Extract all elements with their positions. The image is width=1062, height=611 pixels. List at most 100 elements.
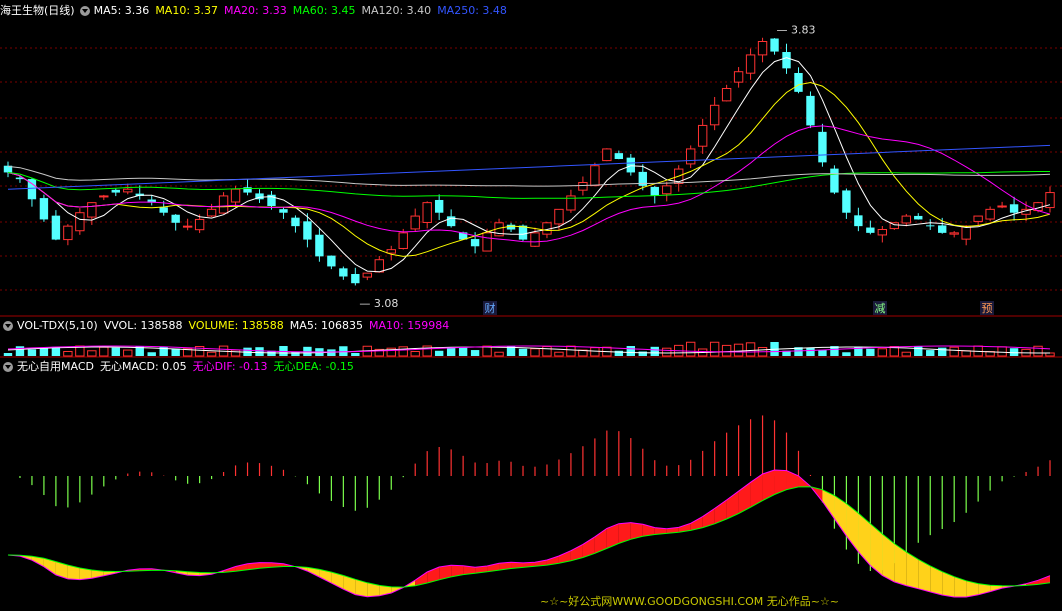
- candle-body: [830, 168, 839, 193]
- volume-bar: [709, 341, 720, 357]
- candle-body: [721, 88, 732, 102]
- high-price-marker: — 3.83: [777, 24, 816, 37]
- volume-bar: [877, 348, 888, 357]
- ma-label-4: MA120: 3.40: [361, 4, 432, 17]
- volume-bar: [111, 347, 120, 356]
- candle-body: [194, 218, 205, 231]
- candle-body: [315, 234, 324, 257]
- price-header: 海王生物(日线) MA5: 3.36 MA10: 3.37 MA20: 3.33 MA…: [0, 2, 519, 19]
- candle-body: [111, 189, 120, 193]
- volume-bar: [434, 350, 444, 356]
- candle-body: [709, 104, 720, 126]
- macd-ribbon-segment: [906, 552, 919, 589]
- macd-ribbon-segment: [894, 543, 907, 586]
- candle-body: [530, 232, 540, 247]
- macd-ribbon-segment: [930, 565, 943, 595]
- candle-body: [590, 165, 600, 187]
- dropdown-icon[interactable]: [3, 361, 13, 372]
- candle-body: [230, 188, 241, 203]
- candle-body: [410, 215, 420, 230]
- candle-body: [159, 207, 168, 213]
- macd-ribbon-segment: [762, 470, 775, 501]
- candle-body: [757, 41, 768, 56]
- volume-bar: [458, 347, 468, 356]
- candle-body: [578, 182, 588, 191]
- macd-panel[interactable]: [7, 415, 1051, 598]
- candle-body: [327, 255, 336, 267]
- candle-body: [99, 195, 109, 198]
- candle-body: [770, 38, 779, 52]
- candle-body: [75, 212, 85, 232]
- volume-panel[interactable]: [3, 341, 1055, 357]
- volume-bar: [554, 351, 564, 357]
- macd-ribbon-segment: [858, 513, 871, 566]
- stock-chart[interactable]: — 3.83 — 3.08 财 减 预: [0, 0, 1062, 611]
- candle-body: [123, 188, 133, 193]
- volume-bar: [806, 347, 815, 356]
- candle-body: [877, 229, 888, 236]
- candle-body: [339, 268, 348, 277]
- volume-bar: [3, 353, 13, 356]
- macd-indicators: 无心MACD: 0.05 无心DIF: -0.13 无心DEA: -0.15: [100, 358, 360, 375]
- volume-bar: [686, 341, 696, 357]
- volume-bar: [27, 349, 37, 356]
- ma250-line: [7, 144, 1051, 190]
- candle-body: [398, 232, 408, 249]
- volume-bar: [351, 352, 360, 356]
- volume-bar: [470, 350, 480, 356]
- macd-header: 无心自用MACD 无心MACD: 0.05 无心DIF: -0.13 无心DEA: …: [0, 358, 366, 375]
- volume-bar: [818, 350, 827, 356]
- candle-body: [745, 54, 756, 74]
- event-label: 财: [485, 301, 496, 315]
- volume-indicators: VVOL: 138588 VOLUME: 138588 MA5: 106835 MA1…: [104, 317, 456, 334]
- candle-body: [87, 202, 97, 218]
- candle-body: [554, 208, 564, 225]
- candle-body: [901, 215, 911, 224]
- vol-label-3: MA10: 159984: [369, 319, 450, 332]
- volume-title: VOL-TDX(5,10): [17, 319, 98, 332]
- candle-body: [614, 153, 624, 159]
- volume-bar: [542, 346, 552, 357]
- candle-body: [422, 202, 432, 223]
- ma-label-5: MA250: 3.48: [437, 4, 507, 17]
- dropdown-icon[interactable]: [79, 5, 90, 16]
- candle-body: [949, 232, 959, 235]
- candle-body: [279, 209, 288, 213]
- macd-title: 无心自用MACD: [17, 360, 94, 373]
- event-label: 减: [875, 302, 886, 315]
- candle-body: [854, 215, 863, 227]
- candle-body: [733, 71, 744, 83]
- candle-body: [470, 239, 480, 247]
- price-panel[interactable]: — 3.83 — 3.08 财 减 预: [3, 24, 1055, 316]
- event-label: 预: [982, 302, 993, 315]
- volume-bar: [745, 342, 756, 357]
- volume-bar: [866, 348, 875, 356]
- macd-ribbon-segment: [834, 495, 847, 536]
- volume-bar: [230, 349, 241, 357]
- candle-body: [662, 185, 672, 195]
- vol-label-0: VVOL: 138588: [103, 319, 183, 332]
- candle-body: [782, 52, 791, 69]
- candle-body: [39, 198, 49, 220]
- volume-bar: [566, 345, 576, 357]
- volume-bar: [997, 346, 1007, 357]
- macd-label-1: 无心DIF: -0.13: [192, 360, 268, 373]
- volume-bar: [339, 346, 348, 356]
- volume-bar: [638, 351, 647, 356]
- candle-body: [914, 215, 923, 220]
- macd-ribbon-segment: [918, 559, 931, 592]
- candle-body: [482, 232, 492, 252]
- volume-bar: [15, 346, 25, 356]
- candle-body: [351, 274, 360, 284]
- candle-body: [650, 186, 659, 196]
- candle-body: [997, 205, 1007, 208]
- volume-bar: [842, 352, 851, 356]
- candle-body: [51, 215, 61, 240]
- dropdown-icon[interactable]: [3, 320, 13, 331]
- candle-body: [697, 124, 708, 147]
- ma10-line: [7, 81, 1051, 257]
- vol-label-2: MA5: 106835: [289, 319, 364, 332]
- volume-bar: [39, 348, 49, 356]
- volume-bar: [398, 346, 408, 357]
- macd-ribbon-segment: [870, 523, 883, 576]
